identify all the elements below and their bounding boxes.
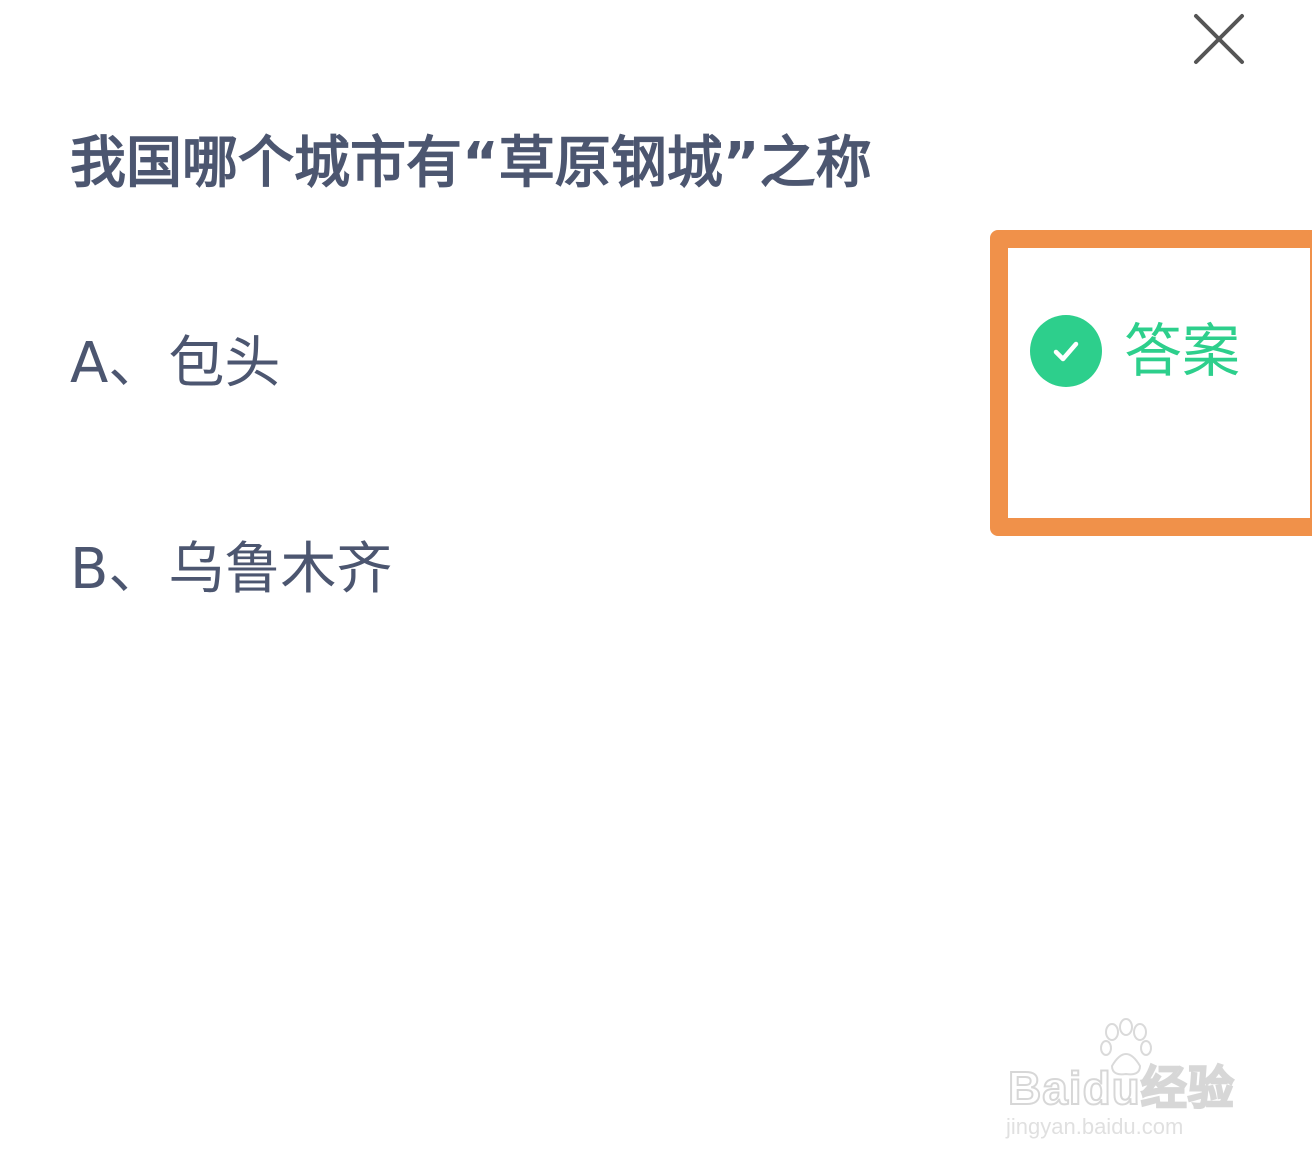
option-letter: B、 [70, 537, 165, 602]
close-icon [1194, 14, 1244, 64]
watermark-logo-text: Baidu经验 [1007, 1061, 1235, 1115]
watermark-url: jingyan.baidu.com [1006, 1114, 1184, 1139]
option-letter: A、 [70, 331, 165, 396]
option-text: 包头 [168, 331, 281, 396]
check-circle-icon [1030, 315, 1102, 387]
baidu-jingyan-watermark: Baidu经验 jingyan.baidu.com [1002, 1018, 1242, 1139]
close-button[interactable] [1188, 8, 1250, 70]
option-a[interactable]: A、包头 [70, 318, 280, 399]
option-text: 乌鲁木齐 [168, 537, 393, 602]
answer-badge: 答案 [1030, 314, 1240, 388]
option-b[interactable]: B、乌鲁木齐 [70, 524, 392, 605]
answer-label: 答案 [1124, 317, 1241, 385]
question-title: 我国哪个城市有“草原钢城”之称 [70, 131, 872, 196]
